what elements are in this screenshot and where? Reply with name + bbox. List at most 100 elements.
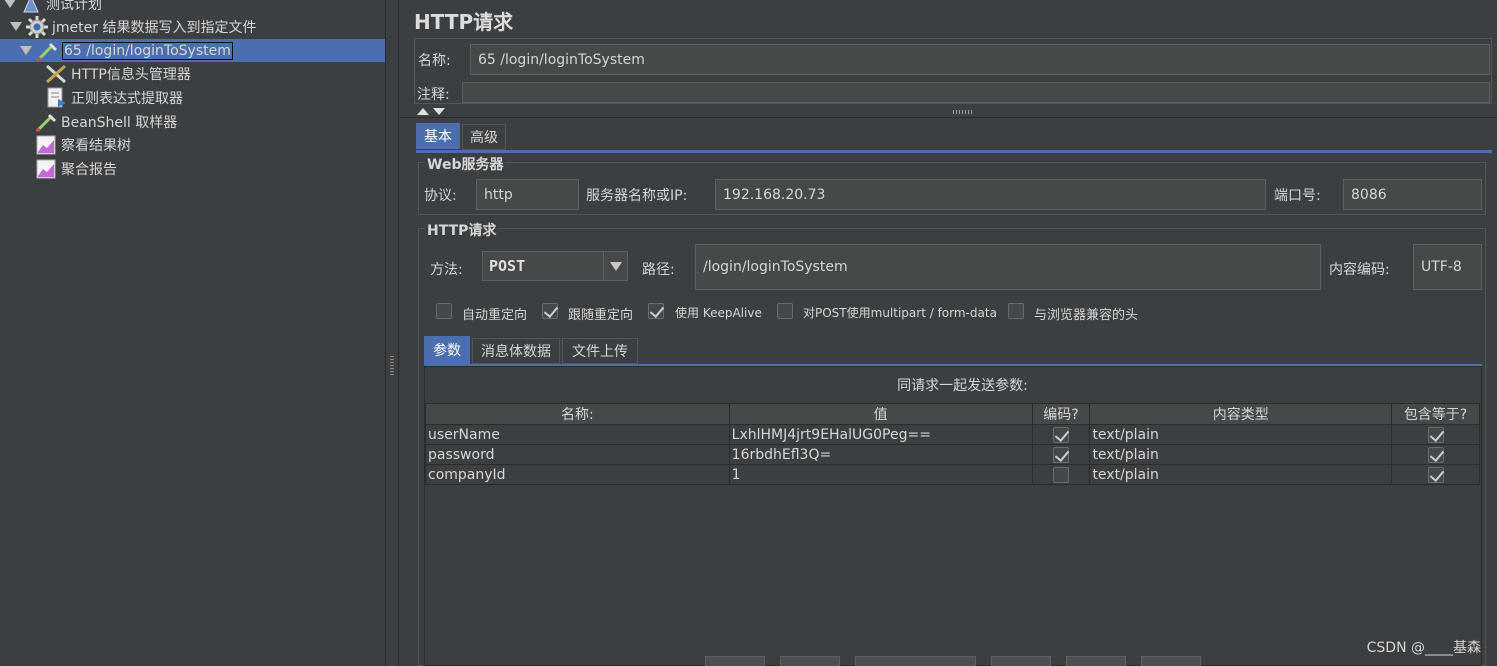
param-value-cell[interactable]: LxhlHMJ4jrt9EHalUG0Peg== xyxy=(728,424,1033,445)
tree-item-beanshell-sampler[interactable]: BeanShell 取样器 xyxy=(35,110,177,133)
multipart-label: 对POST使用multipart / form-data xyxy=(803,306,997,320)
tree-item-label: BeanShell 取样器 xyxy=(61,114,178,131)
down-button[interactable] xyxy=(1141,656,1201,666)
port-field[interactable]: 8086 xyxy=(1343,179,1482,210)
param-include-equals-cell[interactable] xyxy=(1391,464,1480,485)
auto-redirect-checkbox[interactable] xyxy=(436,303,452,319)
param-content-type-cell[interactable]: text/plain xyxy=(1089,464,1393,485)
splitter-grip-icon[interactable] xyxy=(390,356,394,376)
include-equals-checkbox[interactable] xyxy=(1427,427,1444,443)
method-select[interactable]: POST xyxy=(482,251,628,281)
browser-headers-checkbox[interactable] xyxy=(1008,303,1024,319)
encoding-field[interactable]: UTF-8 xyxy=(1413,244,1482,290)
param-content-type-cell[interactable]: text/plain xyxy=(1089,444,1393,465)
up-button[interactable] xyxy=(1066,656,1126,666)
column-header-content-type[interactable]: 内容类型 xyxy=(1089,403,1393,425)
param-name-cell[interactable]: companyId xyxy=(425,464,730,485)
name-field[interactable]: 65 /login/loginToSystem xyxy=(470,44,1490,75)
path-label: 路径: xyxy=(642,262,675,278)
beanshell-pipette-icon xyxy=(35,112,57,132)
encode-checkbox[interactable] xyxy=(1052,447,1069,463)
tree-item-http-sampler[interactable]: 65 /login/loginToSystem xyxy=(0,39,385,62)
detail-button[interactable] xyxy=(991,656,1051,666)
server-field[interactable]: 192.168.20.73 xyxy=(715,179,1266,210)
http-sampler-pipette-icon xyxy=(36,41,58,61)
delete-button[interactable] xyxy=(855,656,976,666)
param-name-cell[interactable]: password xyxy=(425,444,730,465)
param-value-cell[interactable]: 1 xyxy=(728,464,1033,485)
regex-extractor-doc-icon xyxy=(45,87,67,108)
results-tree-chart-icon xyxy=(35,135,57,155)
keepalive-label: 使用 KeepAlive xyxy=(675,306,762,320)
param-value-cell[interactable]: 16rbdhEfl3Q= xyxy=(728,444,1033,465)
method-value: POST xyxy=(489,257,526,275)
param-encode-cell[interactable] xyxy=(1031,424,1091,445)
column-header-value[interactable]: 值 xyxy=(728,403,1033,425)
tab-parameters[interactable]: 参数 xyxy=(424,336,470,364)
tree-item-label: jmeter 结果数据写入到指定文件 xyxy=(52,19,257,36)
divider-line xyxy=(400,117,1497,118)
header-manager-tools-icon xyxy=(45,64,67,84)
table-row[interactable]: companyId 1 text/plain xyxy=(425,464,1480,485)
tree-item-regex-extractor[interactable]: 正则表达式提取器 xyxy=(45,86,183,109)
table-row[interactable]: userName LxhlHMJ4jrt9EHalUG0Peg== text/p… xyxy=(425,424,1480,445)
chevron-down-icon[interactable] xyxy=(603,252,627,280)
add-button[interactable] xyxy=(705,656,765,666)
param-encode-cell[interactable] xyxy=(1031,464,1091,485)
server-label: 服务器名称或IP: xyxy=(586,188,688,204)
follow-redirect-checkbox[interactable] xyxy=(542,303,558,319)
test-plan-tree: 测试计划 jmeter 结果数据写入到指定文件 65 /login/loginT… xyxy=(0,0,385,666)
path-field[interactable]: /login/loginToSystem xyxy=(695,244,1321,290)
tab-advanced[interactable]: 高级 xyxy=(462,124,506,150)
method-label: 方法: xyxy=(430,262,463,278)
divider-grip-icon[interactable] xyxy=(953,110,973,114)
browser-headers-label: 与浏览器兼容的头 xyxy=(1034,308,1139,323)
expand-arrow-icon[interactable] xyxy=(4,0,16,8)
column-header-encode[interactable]: 编码? xyxy=(1031,403,1091,425)
tab-body-data[interactable]: 消息体数据 xyxy=(472,338,560,364)
tab-basic[interactable]: 基本 xyxy=(416,123,460,149)
panel-splitter[interactable] xyxy=(385,0,399,666)
tree-item-header-manager[interactable]: HTTP信息头管理器 xyxy=(45,62,191,85)
collapse-arrows-icon[interactable] xyxy=(416,106,448,116)
csdn-watermark: CSDN @____基森 xyxy=(1366,640,1481,656)
param-encode-cell[interactable] xyxy=(1031,444,1091,465)
param-include-equals-cell[interactable] xyxy=(1391,424,1480,445)
tree-item-results-tree[interactable]: 察看结果树 xyxy=(35,133,131,156)
tree-item-label: 测试计划 xyxy=(46,0,102,13)
encode-checkbox[interactable] xyxy=(1052,427,1069,443)
test-plan-icon xyxy=(20,0,42,14)
column-header-name[interactable]: 名称: xyxy=(425,403,730,425)
params-table: 名称: 值 编码? 内容类型 包含等于? userName LxhlHMJ4jr… xyxy=(425,403,1480,485)
name-label: 名称: xyxy=(418,53,451,69)
web-server-legend: Web服务器 xyxy=(425,154,506,174)
thread-group-gear-icon xyxy=(26,15,48,38)
http-request-panel: HTTP请求 名称: 65 /login/loginToSystem 注释: 基… xyxy=(400,0,1497,666)
tree-item-label: 65 /login/loginToSystem xyxy=(62,41,233,60)
keepalive-checkbox[interactable] xyxy=(648,303,664,319)
include-equals-checkbox[interactable] xyxy=(1427,447,1444,463)
aggregate-report-chart-icon xyxy=(35,159,57,179)
encode-checkbox[interactable] xyxy=(1052,467,1069,483)
tree-item-label: 聚合报告 xyxy=(61,161,117,178)
param-name-cell[interactable]: userName xyxy=(425,424,730,445)
param-include-equals-cell[interactable] xyxy=(1391,444,1480,465)
column-header-include-equals[interactable]: 包含等于? xyxy=(1391,403,1480,425)
include-equals-checkbox[interactable] xyxy=(1427,467,1444,483)
params-caption: 同请求一起发送参数: xyxy=(897,378,1028,394)
param-content-type-cell[interactable]: text/plain xyxy=(1089,424,1393,445)
add-from-clipboard-button[interactable] xyxy=(780,656,840,666)
tree-item-test-plan[interactable]: 测试计划 xyxy=(4,0,102,15)
table-row[interactable]: password 16rbdhEfl3Q= text/plain xyxy=(425,444,1480,465)
tree-item-aggregate-report[interactable]: 聚合报告 xyxy=(35,157,117,180)
expand-arrow-icon[interactable] xyxy=(20,46,32,55)
multipart-checkbox[interactable] xyxy=(777,303,793,319)
protocol-field[interactable]: http xyxy=(476,179,579,210)
tab-file-upload[interactable]: 文件上传 xyxy=(562,338,638,364)
expand-arrow-icon[interactable] xyxy=(10,22,22,31)
comment-field[interactable] xyxy=(462,82,1490,103)
tree-item-label: 察看结果树 xyxy=(61,137,131,154)
tree-item-thread-group[interactable]: jmeter 结果数据写入到指定文件 xyxy=(10,15,256,38)
page-title: HTTP请求 xyxy=(414,10,514,34)
comment-label: 注释: xyxy=(417,87,450,103)
